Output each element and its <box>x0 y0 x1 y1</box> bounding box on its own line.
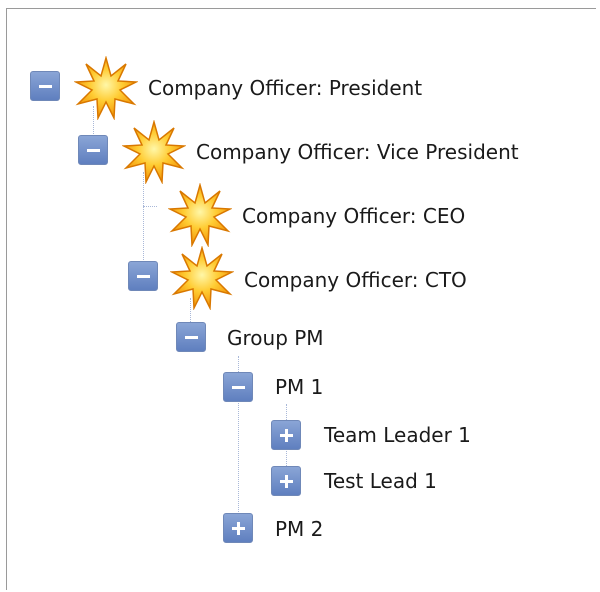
minus-icon <box>87 149 100 152</box>
tree-node-label-test-lead-1[interactable]: Test Lead 1 <box>324 469 437 493</box>
minus-icon <box>232 386 245 389</box>
expand-toggle-team-leader-1[interactable] <box>271 420 301 450</box>
expand-toggle-test-lead-1[interactable] <box>271 466 301 496</box>
tree-node-label-cto[interactable]: Company Officer: CTO <box>244 268 467 292</box>
minus-icon <box>137 275 150 278</box>
tree-node-label-group-pm[interactable]: Group PM <box>227 326 324 350</box>
collapse-toggle-group-pm[interactable] <box>176 322 206 352</box>
tree-node-label-team-leader-1[interactable]: Team Leader 1 <box>324 423 471 447</box>
starburst-icon <box>170 246 234 310</box>
plus-icon-vertical <box>237 522 240 535</box>
tree-node-label-pm-1[interactable]: PM 1 <box>275 375 323 399</box>
tree-guide <box>143 172 144 262</box>
org-tree: Company Officer: President Company Offic… <box>0 0 600 592</box>
collapse-toggle-vice-president[interactable] <box>78 135 108 165</box>
minus-icon <box>39 85 52 88</box>
starburst-icon <box>168 183 232 247</box>
tree-guide <box>143 206 157 207</box>
tree-node-label-president[interactable]: Company Officer: President <box>148 76 422 100</box>
minus-icon <box>185 336 198 339</box>
starburst-icon <box>122 120 186 184</box>
expand-toggle-pm-2[interactable] <box>223 513 253 543</box>
collapse-toggle-pm-1[interactable] <box>223 372 253 402</box>
collapse-toggle-president[interactable] <box>30 71 60 101</box>
tree-node-label-vice-president[interactable]: Company Officer: Vice President <box>196 140 519 164</box>
tree-node-label-pm-2[interactable]: PM 2 <box>275 517 323 541</box>
plus-icon-vertical <box>285 475 288 488</box>
plus-icon-vertical <box>285 429 288 442</box>
starburst-icon <box>74 56 138 120</box>
tree-node-label-ceo[interactable]: Company Officer: CEO <box>242 204 465 228</box>
collapse-toggle-cto[interactable] <box>128 261 158 291</box>
